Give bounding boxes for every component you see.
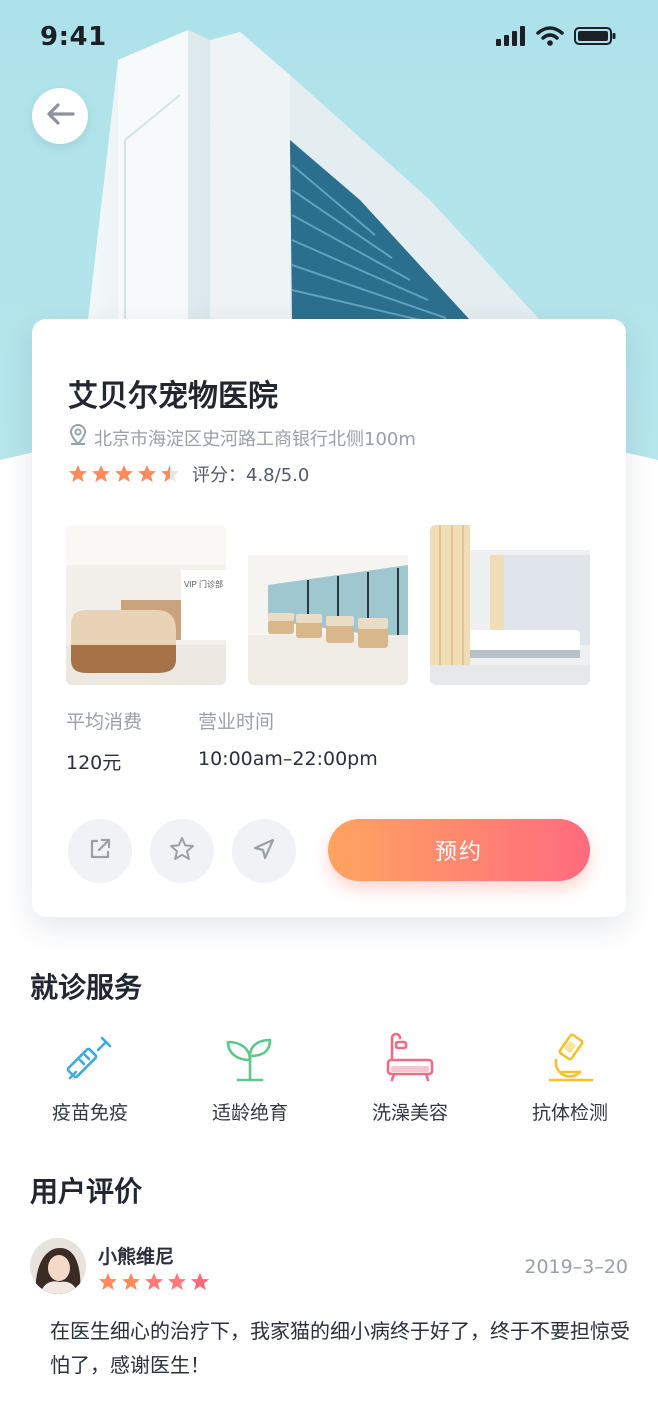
rating-stars — [68, 464, 180, 484]
service-label: 洗澡美容 — [371, 1102, 448, 1124]
hospital-name: 艾贝尔宠物医院 — [68, 379, 278, 414]
services-title: 就诊服务 — [30, 971, 143, 1004]
microscope-icon — [542, 1030, 598, 1086]
review-username: 小熊维尼 — [98, 1246, 175, 1268]
back-button[interactable] — [32, 88, 88, 144]
photo-reception[interactable]: VIP 门诊部 — [66, 525, 226, 685]
service-antibody-test[interactable]: 抗体检测 — [510, 1030, 630, 1125]
service-label: 疫苗免疫 — [51, 1102, 128, 1124]
avatar[interactable] — [30, 1238, 86, 1294]
review-stars — [98, 1272, 210, 1292]
hospital-card: 艾贝尔宠物医院 北京市海淀区史河路工商银行北侧100m 评分：4.8/5.0 V… — [32, 319, 626, 917]
hours-label: 营业时间 — [198, 711, 275, 733]
rating-text: 评分：4.8/5.0 — [192, 465, 310, 486]
review-date: 2019–3–20 — [524, 1256, 628, 1278]
photo-ward[interactable] — [430, 525, 590, 685]
signal-icon — [496, 26, 526, 50]
syringe-icon — [62, 1030, 118, 1086]
stars-graphic — [99, 1273, 209, 1290]
location-pin-icon — [68, 424, 88, 451]
favorite-button[interactable] — [150, 819, 214, 883]
status-bar: 9:41 — [0, 0, 658, 80]
svg-text:VIP 门诊部: VIP 门诊部 — [184, 579, 223, 589]
rating-row: 评分：4.8/5.0 — [68, 461, 309, 487]
hours-value: 10:00am–22:00pm — [198, 748, 378, 770]
star-icon — [169, 836, 195, 866]
share-icon — [88, 837, 112, 865]
arrow-left-icon — [45, 102, 75, 130]
service-label: 抗体检测 — [531, 1102, 608, 1124]
navigate-icon — [252, 837, 276, 865]
status-time: 9:41 — [40, 22, 107, 52]
sprout-icon — [222, 1030, 278, 1086]
reviews-title: 用户评价 — [30, 1175, 143, 1208]
avg-cost-value: 120元 — [66, 752, 122, 774]
battery-icon — [574, 26, 616, 50]
stars-graphic — [69, 465, 179, 482]
avg-cost-label: 平均消费 — [66, 711, 143, 733]
service-grooming[interactable]: 洗澡美容 — [350, 1030, 470, 1125]
opening-hours: 营业时间 10:00am–22:00pm — [198, 707, 378, 770]
service-vaccine[interactable]: 疫苗免疫 — [30, 1030, 150, 1125]
address-text: 北京市海淀区史河路工商银行北侧100m — [94, 428, 416, 450]
service-label: 适龄绝育 — [211, 1102, 288, 1124]
avg-cost: 平均消费 120元 — [66, 707, 142, 775]
services-list: 疫苗免疫 适龄绝育 洗澡美容 抗体检测 — [30, 1030, 630, 1125]
hospital-address: 北京市海淀区史河路工商银行北侧100m — [68, 424, 416, 451]
bathtub-icon — [382, 1030, 438, 1086]
action-buttons — [68, 819, 296, 883]
navigate-button[interactable] — [232, 819, 296, 883]
service-sterilization[interactable]: 适龄绝育 — [190, 1030, 310, 1125]
wifi-icon — [536, 26, 564, 50]
book-button[interactable]: 预约 — [328, 819, 590, 881]
review-text: 在医生细心的治疗下，我家猫的细小病终于好了，终于不要担惊受怕了，感谢医生！ — [50, 1319, 630, 1377]
photo-gallery: VIP 门诊部 — [66, 525, 590, 685]
photo-waiting-room[interactable] — [248, 525, 408, 685]
share-button[interactable] — [68, 819, 132, 883]
